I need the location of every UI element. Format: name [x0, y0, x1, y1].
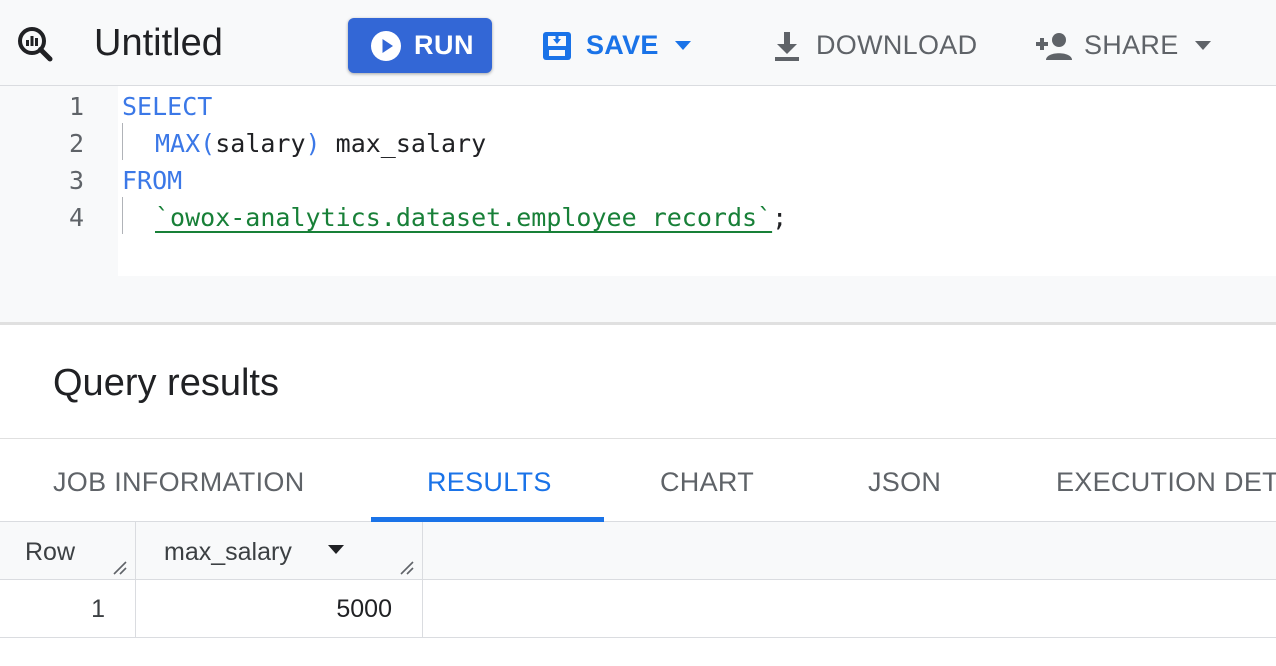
caret-down-icon	[674, 40, 691, 50]
results-tabs: JOB INFORMATION RESULTS CHART JSON EXECU…	[0, 438, 1276, 522]
line-number: 2	[68, 129, 84, 158]
sql-semicolon: ;	[772, 203, 788, 232]
save-button-label: SAVE	[586, 30, 659, 60]
download-icon	[775, 31, 799, 61]
tab-chart[interactable]: CHART	[660, 439, 754, 523]
code-line: 4 `owox-analytics.dataset.employee_recor…	[0, 199, 1276, 236]
sql-identifier: salary	[215, 129, 306, 158]
column-header-label: max_salary	[164, 538, 292, 566]
column-header-max-salary[interactable]: max_salary	[136, 522, 423, 579]
sql-keyword: SELECT	[122, 92, 213, 121]
tab-job-information[interactable]: JOB INFORMATION	[53, 439, 305, 523]
caret-down-icon	[1194, 40, 1211, 50]
query-toolbar: Untitled RUN SAVE DOWNLOAD SHARE	[0, 0, 1276, 86]
code-text: `owox-analytics.dataset.employee_records…	[155, 199, 787, 236]
row-number-cell: 1	[0, 580, 136, 637]
caret-down-icon[interactable]	[328, 545, 344, 555]
sql-keyword: FROM	[122, 166, 183, 195]
results-heading: Query results	[53, 362, 279, 404]
table-cell[interactable]: 5000	[136, 580, 423, 637]
code-text: FROM	[122, 162, 182, 199]
code-line: 3 FROM	[0, 162, 1276, 199]
save-icon	[543, 31, 571, 60]
sql-alias: max_salary	[320, 129, 487, 158]
column-header-row[interactable]: Row	[0, 522, 136, 579]
cell-value: 5000	[336, 595, 392, 623]
code-line: 1 SELECT	[0, 88, 1276, 125]
play-circle-icon	[371, 30, 401, 61]
tab-json[interactable]: JSON	[868, 439, 941, 523]
save-button[interactable]: SAVE	[540, 18, 691, 73]
sql-function: MAX(	[155, 129, 216, 158]
person-add-icon	[1036, 32, 1072, 60]
run-button[interactable]: RUN	[348, 18, 492, 73]
row-number: 1	[91, 595, 105, 623]
code-text: SELECT	[122, 88, 212, 125]
table-reference-link[interactable]: `owox-analytics.dataset.employee_records…	[155, 203, 772, 232]
download-button[interactable]: DOWNLOAD	[770, 18, 977, 73]
download-button-label: DOWNLOAD	[816, 30, 978, 60]
results-table-header: Row max_salary	[0, 522, 1276, 580]
line-number: 4	[68, 203, 84, 232]
tab-results[interactable]: RESULTS	[427, 439, 552, 523]
sql-paren: )	[305, 129, 321, 158]
query-title[interactable]: Untitled	[94, 20, 223, 66]
column-resize-handle-icon[interactable]	[398, 559, 416, 575]
code-line: 2 MAX(salary) max_salary	[0, 125, 1276, 162]
code-text: MAX(salary) max_salary	[155, 125, 486, 162]
editor-resize-divider[interactable]	[0, 322, 1276, 325]
line-number: 3	[68, 166, 84, 195]
query-magnifier-icon	[18, 27, 53, 62]
share-button-label: SHARE	[1084, 30, 1179, 60]
table-row: 1 5000	[0, 580, 1276, 638]
tab-execution-details[interactable]: EXECUTION DET	[1056, 439, 1276, 523]
line-number: 1	[68, 92, 84, 121]
share-button[interactable]: SHARE	[1034, 18, 1211, 73]
column-header-label: Row	[25, 538, 76, 566]
column-resize-handle-icon[interactable]	[111, 559, 129, 575]
sql-editor[interactable]: 1 SELECT 2 MAX(salary) max_salary 3 FROM…	[0, 86, 1276, 324]
run-button-label: RUN	[414, 30, 474, 60]
